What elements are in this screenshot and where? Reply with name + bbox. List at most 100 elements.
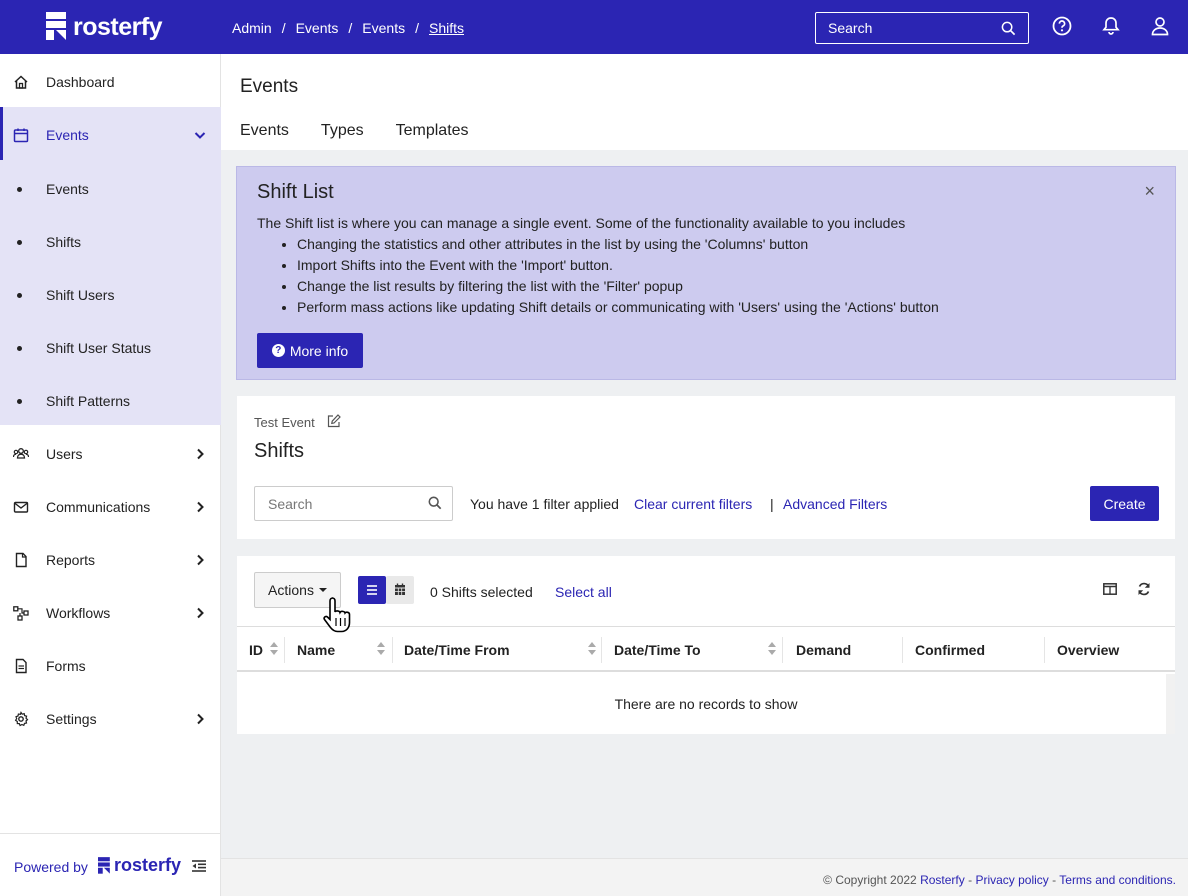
privacy-policy-link[interactable]: Privacy policy [975,873,1048,887]
terms-link[interactable]: Terms and conditions. [1059,873,1176,887]
bullet-dot [17,187,22,192]
info-description: The Shift list is where you can manage a… [257,215,906,231]
sort-icon[interactable] [768,642,776,656]
caret-down-icon [318,588,327,592]
refresh-icon[interactable] [1137,582,1151,596]
page-tabs: Events Types Templates [240,122,501,140]
help-icon[interactable] [1052,16,1072,36]
breadcrumb-events-sub[interactable]: Events [362,20,405,36]
column-header-date-time-from[interactable]: Date/Time From [404,642,510,658]
shifts-table-card: Actions 0 Shifts selected Select all ID … [237,556,1175,734]
logo-text: rosterfy [73,12,163,41]
file-icon [15,552,27,568]
shifts-card: Test Event Shifts You have 1 filter appl… [237,396,1175,539]
info-bullet: Changing the statistics and other attrib… [297,236,939,257]
calendar-icon [395,583,405,595]
users-icon [13,448,29,459]
select-all-link[interactable]: Select all [555,584,612,600]
create-button[interactable]: Create [1090,486,1159,521]
top-navbar: rosterfy Admin / Events / Events / Shift… [0,0,1188,54]
workflow-icon [13,606,29,621]
sidebar-item-communications[interactable]: Communications [0,497,221,517]
powered-by: Powered by rosterfy [0,833,221,896]
chevron-right-icon[interactable] [194,607,206,619]
tab-templates[interactable]: Templates [396,122,469,140]
column-header-date-time-to[interactable]: Date/Time To [614,642,701,658]
column-header-confirmed[interactable]: Confirmed [915,642,985,658]
sidebar-item-workflows[interactable]: Workflows [0,603,221,623]
powered-by-brand[interactable]: rosterfy [98,855,181,876]
shift-search [254,486,453,521]
search-icon[interactable] [428,496,442,510]
column-header-overview[interactable]: Overview [1057,642,1119,658]
rosterfy-logo-icon [46,12,66,40]
chevron-right-icon[interactable] [194,713,206,725]
breadcrumb-events[interactable]: Events [296,20,339,36]
form-icon [15,658,27,674]
shifts-title: Shifts [254,440,305,462]
chevron-right-icon[interactable] [194,501,206,513]
more-info-button[interactable]: ? More info [257,333,363,368]
info-title: Shift List [257,181,334,203]
breadcrumb-shifts[interactable]: Shifts [429,20,464,36]
sort-icon[interactable] [270,642,278,656]
list-view-toggle[interactable] [358,576,386,604]
sidebar-events-group: Events [0,107,221,425]
clear-filters-link[interactable]: Clear current filters [634,496,752,512]
chevron-right-icon[interactable] [194,554,206,566]
table-header: ID Name Date/Time From Date/Time To Dema… [237,626,1175,672]
rosterfy-logo[interactable]: rosterfy [46,12,163,42]
filter-separator: | [770,496,774,512]
hand-cursor-icon [323,597,351,633]
page-header: Events Events Types Templates [221,54,1188,150]
empty-table-message: There are no records to show [614,696,798,712]
search-icon[interactable] [1001,21,1016,36]
breadcrumb: Admin / Events / Events / Shifts [232,20,464,36]
chevron-down-icon[interactable] [194,129,206,141]
advanced-filters-link[interactable]: Advanced Filters [783,496,887,512]
sidebar-item-forms[interactable]: Forms [0,656,221,676]
close-icon[interactable]: × [1144,181,1155,202]
global-search [815,12,1029,44]
sort-icon[interactable] [588,642,596,656]
sidebar-item-dashboard[interactable]: Dashboard [0,72,221,92]
column-header-demand[interactable]: Demand [796,642,851,658]
home-icon [14,75,28,89]
shift-list-info-box: Shift List × The Shift list is where you… [236,166,1176,380]
sidebar-item-events[interactable]: Events [0,125,221,145]
selection-count: 0 Shifts selected [430,584,533,600]
mail-icon [13,501,29,513]
calendar-view-toggle[interactable] [386,576,414,604]
sidebar-item-reports[interactable]: Reports [0,550,221,570]
info-bullet: Import Shifts into the Event with the 'I… [297,257,939,278]
copyright-text: © Copyright 2022 [823,873,917,887]
event-name: Test Event [254,415,315,430]
tab-events[interactable]: Events [240,122,289,140]
chevron-right-icon[interactable] [194,448,206,460]
table-scrollbar[interactable] [1166,674,1175,734]
edit-icon[interactable] [327,414,341,428]
info-bullet: Perform mass actions like updating Shift… [297,299,939,320]
shift-search-input[interactable] [255,487,415,520]
collapse-sidebar-icon[interactable] [192,860,206,872]
list-icon [367,585,377,595]
calendar-icon [13,128,29,143]
tab-types[interactable]: Types [321,122,364,140]
footer: © Copyright 2022 Rosterfy - Privacy poli… [221,858,1188,896]
column-header-name[interactable]: Name [297,642,335,658]
info-bullet: Change the list results by filtering the… [297,278,939,299]
page-title: Events [240,76,299,97]
gear-icon [14,711,29,727]
sort-icon[interactable] [377,642,385,656]
columns-icon[interactable] [1103,583,1117,595]
sidebar: Dashboard Events Events Shifts Shift Use… [0,54,221,896]
footer-brand-link[interactable]: Rosterfy [920,873,965,887]
sidebar-item-settings[interactable]: Settings [0,709,221,729]
breadcrumb-admin[interactable]: Admin [232,20,272,36]
sidebar-item-users[interactable]: Users [0,444,221,464]
global-search-input[interactable] [816,13,996,43]
bell-icon[interactable] [1101,16,1121,36]
column-header-id[interactable]: ID [249,642,263,658]
user-icon[interactable] [1150,16,1170,36]
question-circle-icon: ? [271,344,285,357]
